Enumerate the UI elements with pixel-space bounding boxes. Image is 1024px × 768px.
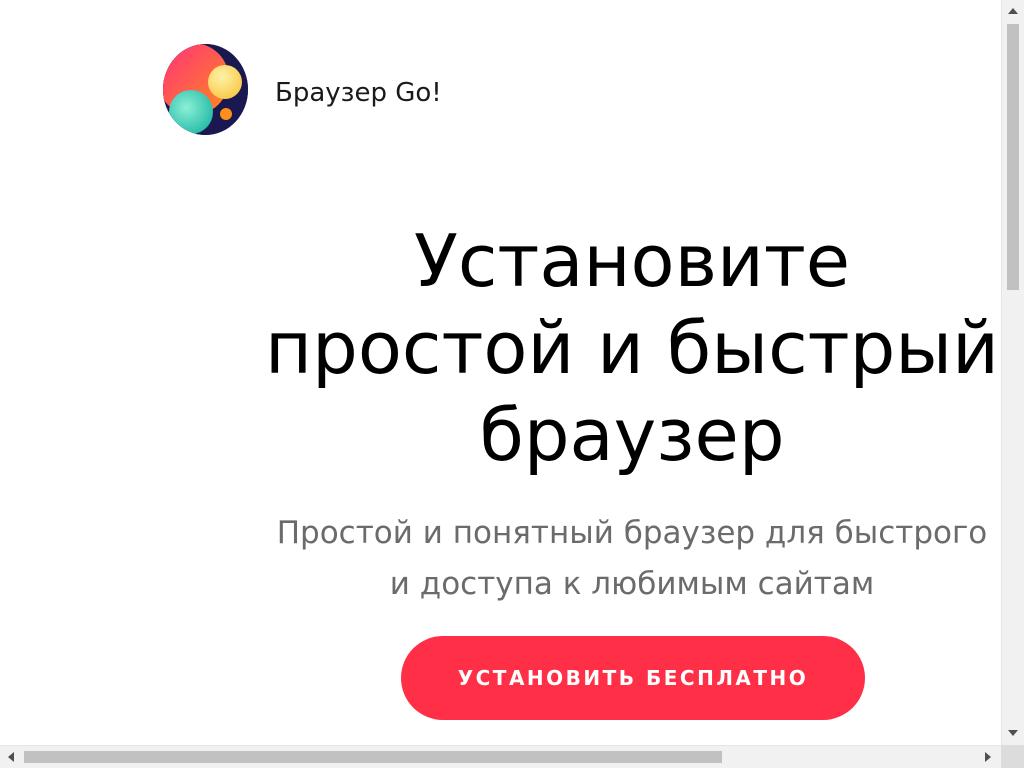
hero-title-line: простой и быстрый xyxy=(265,306,999,390)
install-free-button[interactable]: УСТАНОВИТЬ БЕСПЛАТНО xyxy=(401,636,865,720)
scroll-left-arrow-icon[interactable] xyxy=(8,752,14,762)
page-viewport: Браузер Go! Установите простой и быстрый… xyxy=(0,0,1001,745)
vertical-scroll-thumb[interactable] xyxy=(1007,24,1019,290)
hero-subtitle-line: и доступа к любимым сайтам xyxy=(389,566,875,602)
logo-graphic xyxy=(163,44,248,135)
hero-subtitle: Простой и понятный браузер для быстрого … xyxy=(200,508,1001,610)
horizontal-scrollbar[interactable] xyxy=(0,745,1001,768)
hero-subtitle-line: Простой и понятный браузер для быстрого xyxy=(276,515,988,551)
scroll-down-arrow-icon[interactable] xyxy=(1008,730,1018,736)
hero-title-line: Установите xyxy=(413,219,851,303)
hero-title-line: браузер xyxy=(479,393,785,477)
browser-go-logo-icon[interactable] xyxy=(163,44,248,135)
brand-name: Браузер Go! xyxy=(275,78,442,108)
horizontal-scroll-thumb[interactable] xyxy=(24,751,722,763)
scroll-up-arrow-icon[interactable] xyxy=(1008,8,1018,14)
scroll-right-arrow-icon[interactable] xyxy=(985,752,991,762)
scrollbar-corner xyxy=(1001,745,1024,768)
vertical-scrollbar[interactable] xyxy=(1001,0,1024,745)
hero-title: Установите простой и быстрый браузер xyxy=(200,218,1001,479)
